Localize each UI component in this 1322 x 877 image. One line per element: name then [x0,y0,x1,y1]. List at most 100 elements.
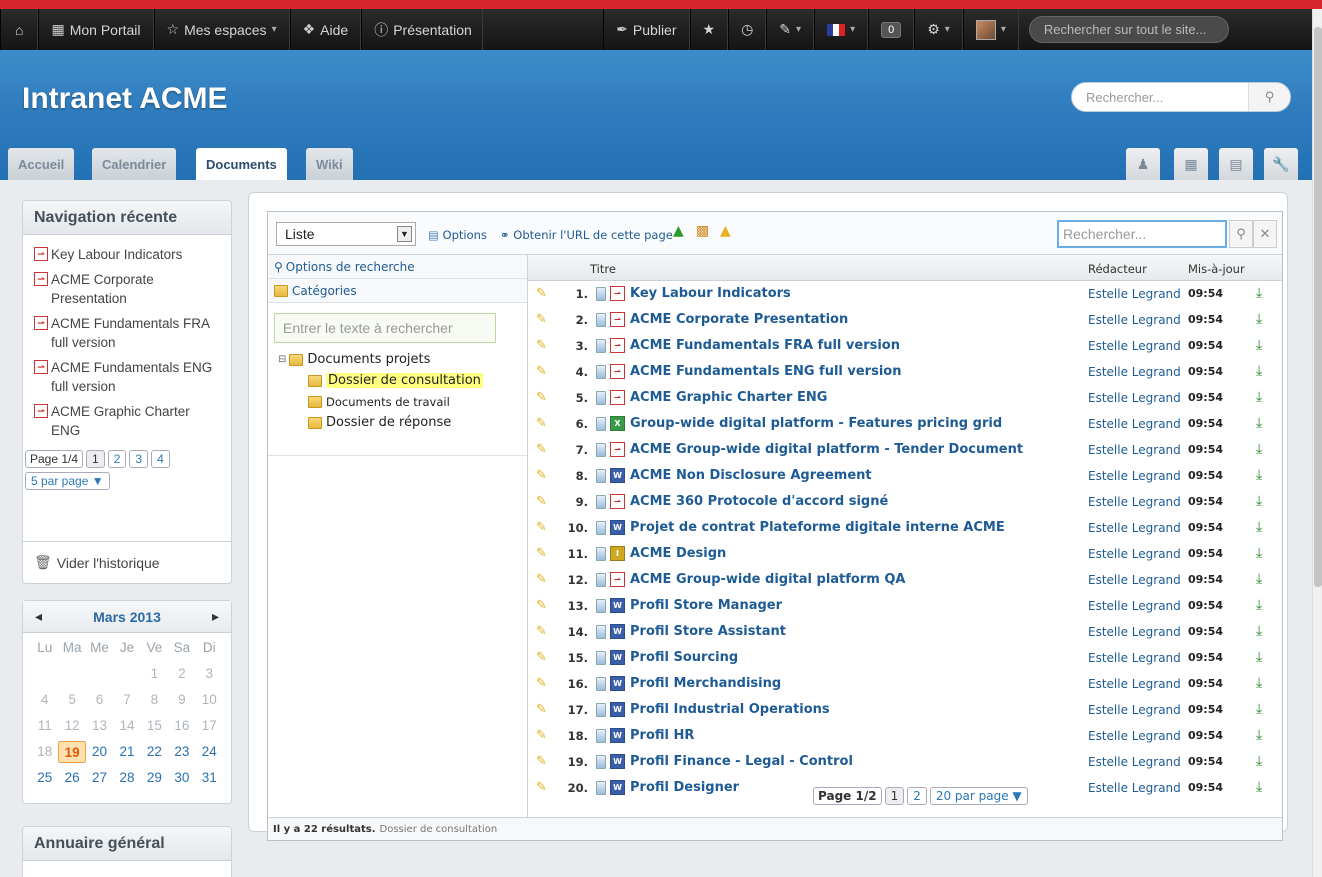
page-button[interactable]: 2 [907,787,927,805]
calendar-day[interactable]: 13 [86,715,113,737]
edit-pencil-icon[interactable]: ✎ [536,728,552,744]
calendar-day[interactable]: 4 [31,689,58,711]
category-filter-input[interactable]: Entrer le texte à rechercher [274,313,496,343]
document-title-link[interactable]: Profil HR [630,728,694,743]
download-icon[interactable]: ⤓ [1256,363,1262,379]
options-link[interactable]: ▤ Options [428,228,487,242]
calendar-day[interactable]: 29 [141,767,168,789]
table-row[interactable]: ✎ 14. W Profil Store Assistant Estelle Legra… [528,619,1282,645]
download-icon[interactable]: ⤓ [1256,519,1262,535]
calendar-today[interactable]: 19 [58,741,86,763]
download-icon[interactable]: ⤓ [1256,285,1262,301]
stats-icon[interactable]: ▤ [1219,148,1253,180]
scrollbar-thumb[interactable] [1314,27,1322,587]
calendar-day[interactable]: 5 [58,689,85,711]
edit-pencil-icon[interactable]: ✎ [536,416,552,432]
table-row[interactable]: ✎ 13. W Profil Store Manager Estelle Legrand… [528,593,1282,619]
calendar-day[interactable]: 8 [141,689,168,711]
page-button[interactable]: 3 [129,450,149,468]
table-row[interactable]: ✎ 1. ⇀ Key Labour Indicators Estelle Legrand… [528,281,1282,307]
edit-pencil-icon[interactable]: ✎ [536,624,552,640]
document-title-link[interactable]: ACME Fundamentals FRA full version [630,338,900,353]
download-icon[interactable]: ⤓ [1256,441,1262,457]
author-link[interactable]: Estelle Legrand [1088,547,1181,561]
table-row[interactable]: ✎ 17. W Profil Industrial Operations Estelle… [528,697,1282,723]
edit-pencil-icon[interactable]: ✎ [536,520,552,536]
site-title[interactable]: Intranet ACME [22,82,228,116]
edit-menu[interactable]: ✎ [766,9,815,50]
collapse-icon[interactable]: ⊟ [278,354,286,365]
tree-folder[interactable]: Dossier de réponse [278,412,527,433]
author-link[interactable]: Estelle Legrand [1088,651,1181,665]
download-icon[interactable]: ⤓ [1256,311,1262,327]
calendar-day[interactable]: 9 [168,689,195,711]
google-drive-icon[interactable]: ▲ [720,223,731,239]
space-search-input[interactable]: Rechercher... ⚲ [1071,82,1291,112]
table-row[interactable]: ✎ 3. ⇀ ACME Fundamentals FRA full version Es… [528,333,1282,359]
calendar-day[interactable]: 7 [113,689,140,711]
search-icon[interactable]: ⚲ [1229,220,1253,248]
author-link[interactable]: Estelle Legrand [1088,573,1181,587]
document-title-link[interactable]: ACME Group-wide digital platform QA [630,572,905,587]
download-icon[interactable]: ⤓ [1256,675,1262,691]
table-row[interactable]: ✎ 10. W Projet de contrat Plateforme digita… [528,515,1282,541]
calendar-day[interactable]: 30 [168,767,195,789]
author-link[interactable]: Estelle Legrand [1088,417,1181,431]
column-author[interactable]: Rédacteur [1088,262,1147,276]
document-title-link[interactable]: Profil Industrial Operations [630,702,830,717]
grid-search-input[interactable]: Rechercher... [1057,220,1227,248]
calendar-day[interactable]: 12 [58,715,85,737]
author-link[interactable]: Estelle Legrand [1088,729,1181,743]
table-row[interactable]: ✎ 19. W Profil Finance - Legal - Control Est… [528,749,1282,775]
tree-folder[interactable]: Documents de travail [278,391,527,412]
document-title-link[interactable]: Profil Sourcing [630,650,738,665]
help-link[interactable]: ❖ Aide [289,9,362,50]
table-row[interactable]: ✎ 18. W Profil HR Estelle Legrand 09:54 ⤓ [528,723,1282,749]
calendar-day[interactable]: 14 [113,715,140,737]
author-link[interactable]: Estelle Legrand [1088,443,1181,457]
author-link[interactable]: Estelle Legrand [1088,781,1181,795]
settings-menu[interactable]: ⚙ [914,9,963,50]
column-title[interactable]: Titre [590,262,616,276]
download-icon[interactable]: ⤓ [1256,701,1262,717]
calendar-day[interactable]: 2 [168,663,195,685]
page-button[interactable]: 1 [86,450,105,468]
per-page-select[interactable]: 5 par page ▼ [25,472,110,490]
edit-pencil-icon[interactable]: ✎ [536,546,552,562]
document-title-link[interactable]: Profil Designer [630,780,739,795]
calendar-day[interactable]: 27 [86,767,113,789]
calendar-day[interactable]: 18 [31,741,58,763]
document-title-link[interactable]: Key Labour Indicators [630,286,791,301]
edit-pencil-icon[interactable]: ✎ [536,702,552,718]
author-link[interactable]: Estelle Legrand [1088,287,1181,301]
calendar-day[interactable]: 10 [196,689,223,711]
column-updated[interactable]: Mis-à-jour [1188,262,1245,276]
document-title-link[interactable]: Profil Store Assistant [630,624,786,639]
download-icon[interactable]: ⤓ [1256,493,1262,509]
edit-pencil-icon[interactable]: ✎ [536,442,552,458]
recent-item[interactable]: ⇀ ACME Corporate Presentation [23,264,231,308]
document-title-link[interactable]: ACME Graphic Charter ENG [630,390,827,405]
edit-pencil-icon[interactable]: ✎ [536,572,552,588]
author-link[interactable]: Estelle Legrand [1088,755,1181,769]
author-link[interactable]: Estelle Legrand [1088,339,1181,353]
language-menu[interactable] [814,9,869,50]
tree-root[interactable]: ⊟ Documents projets [278,349,527,370]
tab-home[interactable]: Accueil [8,148,75,180]
calendar-day[interactable]: 1 [141,663,168,685]
tab-wiki[interactable]: Wiki [306,148,353,180]
table-row[interactable]: ✎ 2. ⇀ ACME Corporate Presentation Estelle L… [528,307,1282,333]
tab-documents[interactable]: Documents [196,148,287,181]
edit-pencil-icon[interactable]: ✎ [536,676,552,692]
recent-item[interactable]: ⇀ ACME Graphic Charter ENG [23,396,231,440]
edit-pencil-icon[interactable]: ✎ [536,390,552,406]
calendar-day[interactable]: 26 [58,767,85,789]
document-title-link[interactable]: Profil Store Manager [630,598,782,613]
edit-pencil-icon[interactable]: ✎ [536,754,552,770]
sitemap-icon[interactable]: ▩ [696,223,709,239]
download-icon[interactable]: ⤓ [1256,389,1262,405]
tab-calendar[interactable]: Calendrier [92,148,177,180]
calendar-day[interactable]: 22 [141,741,168,763]
table-row[interactable]: ✎ 16. W Profil Merchandising Estelle Legrand… [528,671,1282,697]
download-icon[interactable]: ⤓ [1256,779,1262,795]
